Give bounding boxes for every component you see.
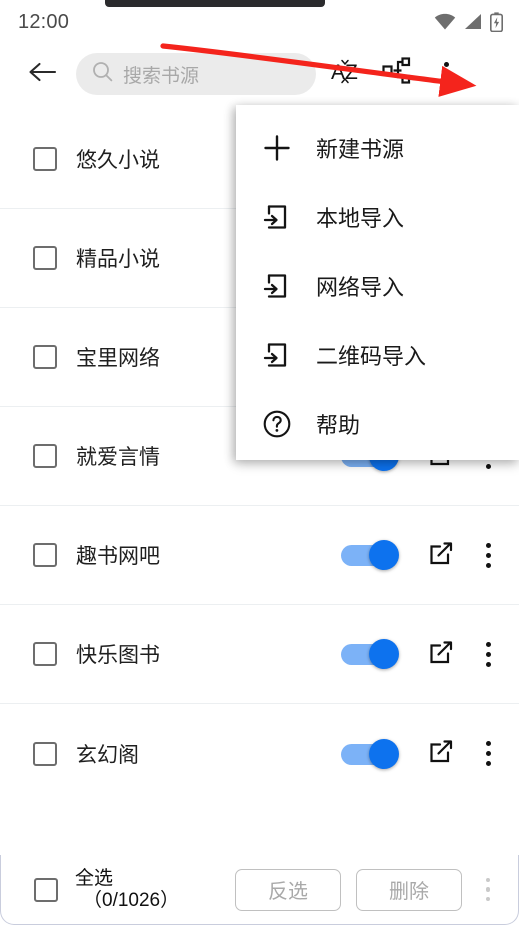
search-input[interactable]: 搜索书源 — [76, 53, 316, 95]
import-arrow-icon — [256, 334, 298, 376]
select-all-checkbox[interactable] — [34, 877, 58, 902]
row-checkbox[interactable] — [33, 543, 57, 567]
status-bar: 12:00 — [0, 0, 519, 40]
import-arrow-icon — [256, 265, 298, 307]
menu-item-label: 帮助 — [316, 412, 361, 438]
edit-square-icon — [429, 540, 455, 571]
selection-bottom-bar: 全选 （0/1026） 反选 删除 — [0, 855, 519, 925]
row-overflow-button[interactable] — [471, 633, 505, 675]
row-checkbox[interactable] — [33, 741, 57, 766]
toggle-thumb — [369, 639, 399, 669]
back-arrow-icon — [27, 60, 57, 89]
more-vertical-icon — [485, 542, 491, 568]
qr-code-button[interactable] — [374, 50, 424, 98]
status-bar-clock: 12:00 — [18, 10, 70, 33]
search-placeholder: 搜索书源 — [123, 65, 200, 87]
search-icon — [92, 61, 113, 87]
toggle-thumb — [369, 738, 399, 769]
row-overflow-button[interactable] — [471, 733, 505, 775]
row-enable-toggle[interactable] — [341, 540, 399, 570]
app-screen: 12:00 搜索书源 AZ 悠久小说 精品小说 宝里网络 就爱言情 趣书网吧 快… — [0, 0, 519, 925]
sort-az-button[interactable]: AZ — [324, 50, 374, 98]
more-vertical-icon — [443, 61, 449, 87]
row-enable-toggle[interactable] — [341, 639, 399, 669]
menu-item-label: 网络导入 — [316, 274, 405, 300]
row-edit-button[interactable] — [421, 733, 463, 775]
table-row[interactable]: 快乐图书 — [0, 605, 519, 704]
table-row[interactable]: 玄幻阁 — [0, 704, 519, 803]
menu-item-label: 二维码导入 — [316, 343, 427, 369]
more-vertical-icon — [485, 877, 491, 902]
row-checkbox[interactable] — [33, 246, 57, 270]
qr-code-icon — [382, 56, 416, 92]
row-checkbox[interactable] — [33, 444, 57, 468]
overflow-menu-button[interactable] — [424, 50, 468, 98]
menu-item-network-import[interactable]: 网络导入 — [236, 251, 519, 320]
row-checkbox[interactable] — [33, 147, 57, 171]
top-app-bar: 搜索书源 AZ — [0, 44, 519, 104]
wifi-icon — [434, 13, 456, 31]
select-all-labels: 全选 （0/1026） — [75, 868, 179, 911]
import-arrow-icon — [256, 196, 298, 238]
toggle-thumb — [369, 540, 399, 570]
menu-item-help[interactable]: 帮助 — [236, 389, 519, 458]
overflow-menu-popup[interactable]: 新建书源 本地导入 网络导入 二维码导入 帮助 — [236, 105, 519, 460]
menu-item-qr-import[interactable]: 二维码导入 — [236, 320, 519, 389]
row-enable-toggle[interactable] — [341, 738, 399, 769]
signal-icon — [463, 13, 483, 31]
row-label: 快乐图书 — [76, 644, 160, 667]
back-button[interactable] — [22, 54, 62, 94]
delete-button[interactable]: 删除 — [356, 868, 462, 911]
select-all-control[interactable]: 全选 （0/1026） — [34, 868, 179, 911]
invert-selection-button[interactable]: 反选 — [235, 868, 341, 911]
menu-item-new-source[interactable]: 新建书源 — [236, 113, 519, 182]
edit-square-icon — [429, 738, 455, 769]
battery-charging-icon — [490, 12, 503, 32]
sort-az-icon: AZ — [329, 55, 369, 94]
row-label: 玄幻阁 — [76, 743, 139, 767]
row-checkbox[interactable] — [33, 642, 57, 666]
plus-icon — [256, 127, 298, 169]
help-circle-icon — [256, 403, 298, 445]
menu-item-label: 本地导入 — [316, 205, 405, 231]
menu-item-local-import[interactable]: 本地导入 — [236, 182, 519, 251]
bottom-overflow-button[interactable] — [470, 866, 506, 914]
row-edit-button[interactable] — [421, 633, 463, 675]
row-edit-button[interactable] — [421, 534, 463, 576]
menu-item-label: 新建书源 — [316, 136, 405, 162]
select-all-label: 全选 — [75, 868, 114, 890]
row-checkbox[interactable] — [33, 345, 57, 369]
row-overflow-button[interactable] — [471, 534, 505, 576]
more-vertical-icon — [485, 741, 491, 766]
status-bar-icons — [434, 12, 503, 32]
table-row[interactable]: 趣书网吧 — [0, 506, 519, 605]
row-label: 趣书网吧 — [76, 545, 160, 568]
more-vertical-icon — [485, 641, 491, 667]
select-all-count: （0/1026） — [83, 889, 180, 911]
edit-square-icon — [429, 639, 455, 670]
